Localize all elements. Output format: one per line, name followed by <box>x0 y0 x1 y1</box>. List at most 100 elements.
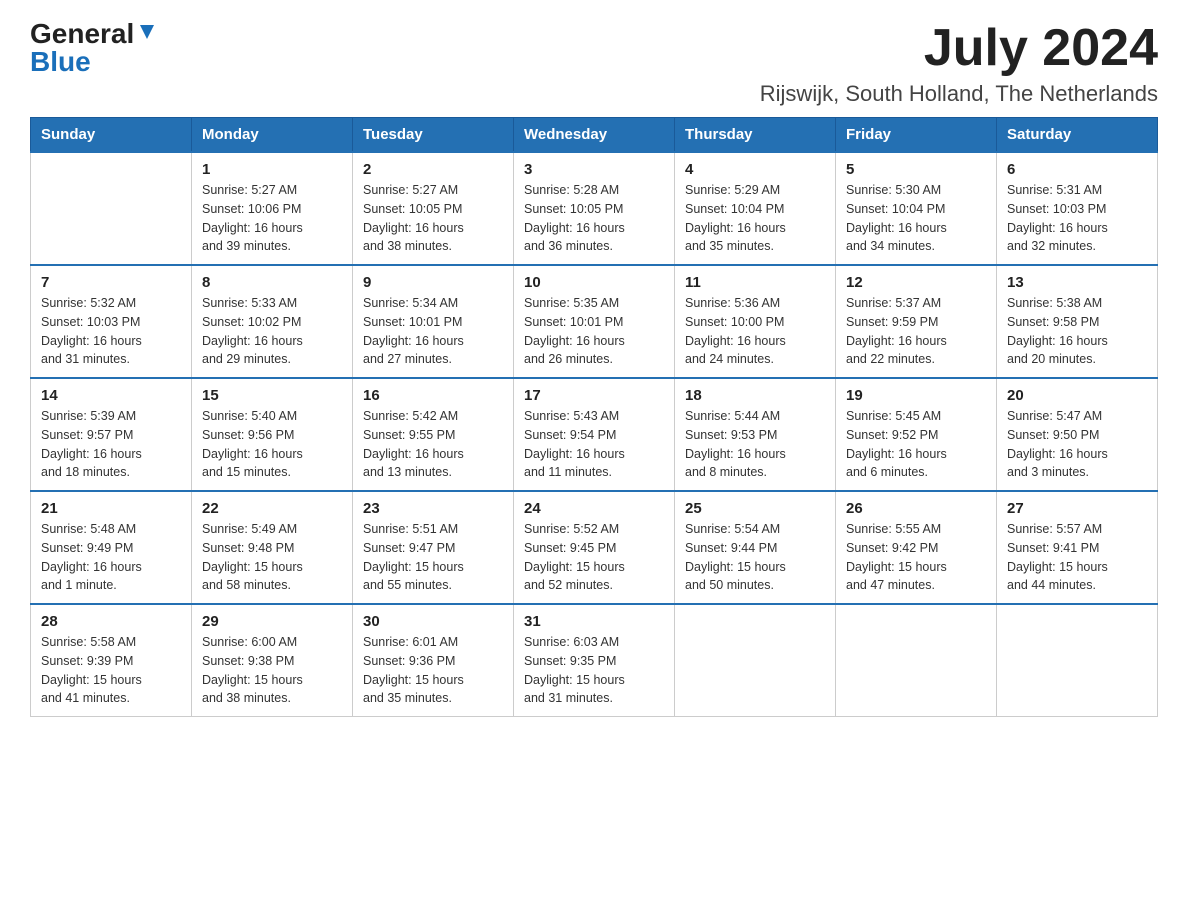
logo-general: General <box>30 20 134 48</box>
day-number: 10 <box>524 274 664 291</box>
calendar-cell: 30Sunrise: 6:01 AM Sunset: 9:36 PM Dayli… <box>353 604 514 717</box>
day-info: Sunrise: 5:33 AM Sunset: 10:02 PM Daylig… <box>202 294 342 369</box>
calendar-header-wednesday: Wednesday <box>514 118 675 153</box>
calendar-cell: 6 Sunrise: 5:31 AM Sunset: 10:03 PM Dayli… <box>997 152 1158 265</box>
day-number: 13 <box>1007 274 1147 291</box>
day-info: Sunrise: 5:47 AM Sunset: 9:50 PM Dayligh… <box>1007 407 1147 482</box>
day-info: Sunrise: 5:35 AM Sunset: 10:01 PM Daylig… <box>524 294 664 369</box>
calendar-cell: 18 Sunrise: 5:44 AM Sunset: 9:53 PM Dayli… <box>675 378 836 491</box>
day-info: Sunrise: 5:34 AM Sunset: 10:01 PM Daylig… <box>363 294 503 369</box>
calendar-cell: 22 Sunrise: 5:49 AM Sunset: 9:48 PM Dayli… <box>192 491 353 604</box>
calendar-week-row: 28Sunrise: 5:58 AM Sunset: 9:39 PM Dayli… <box>31 604 1158 717</box>
day-number: 18 <box>685 387 825 404</box>
calendar-cell: 31 Sunrise: 6:03 AM Sunset: 9:35 PM Dayli… <box>514 604 675 717</box>
calendar-header-friday: Friday <box>836 118 997 153</box>
calendar-week-row: 7 Sunrise: 5:32 AM Sunset: 10:03 PM Dayli… <box>31 265 1158 378</box>
calendar-header-monday: Monday <box>192 118 353 153</box>
calendar-cell: 7 Sunrise: 5:32 AM Sunset: 10:03 PM Dayli… <box>31 265 192 378</box>
day-info: Sunrise: 5:43 AM Sunset: 9:54 PM Dayligh… <box>524 407 664 482</box>
day-number: 27 <box>1007 500 1147 517</box>
logo-blue: Blue <box>30 48 91 76</box>
calendar-cell: 12Sunrise: 5:37 AM Sunset: 9:59 PM Dayli… <box>836 265 997 378</box>
calendar-cell <box>997 604 1158 717</box>
calendar-cell: 9Sunrise: 5:34 AM Sunset: 10:01 PM Dayli… <box>353 265 514 378</box>
calendar-header-tuesday: Tuesday <box>353 118 514 153</box>
day-number: 22 <box>202 500 342 517</box>
location-title: Rijswijk, South Holland, The Netherlands <box>760 81 1158 107</box>
day-number: 29 <box>202 613 342 630</box>
calendar-cell: 11 Sunrise: 5:36 AM Sunset: 10:00 PM Dayl… <box>675 265 836 378</box>
day-info: Sunrise: 5:32 AM Sunset: 10:03 PM Daylig… <box>41 294 181 369</box>
day-info: Sunrise: 6:03 AM Sunset: 9:35 PM Dayligh… <box>524 633 664 708</box>
calendar-cell: 27Sunrise: 5:57 AM Sunset: 9:41 PM Dayli… <box>997 491 1158 604</box>
day-info: Sunrise: 5:31 AM Sunset: 10:03 PM Daylig… <box>1007 181 1147 256</box>
calendar-cell: 14 Sunrise: 5:39 AM Sunset: 9:57 PM Dayli… <box>31 378 192 491</box>
day-info: Sunrise: 5:39 AM Sunset: 9:57 PM Dayligh… <box>41 407 181 482</box>
calendar-cell: 24Sunrise: 5:52 AM Sunset: 9:45 PM Dayli… <box>514 491 675 604</box>
day-number: 25 <box>685 500 825 517</box>
day-number: 6 <box>1007 161 1147 178</box>
month-title: July 2024 <box>760 20 1158 77</box>
calendar-table: SundayMondayTuesdayWednesdayThursdayFrid… <box>30 117 1158 717</box>
day-info: Sunrise: 5:37 AM Sunset: 9:59 PM Dayligh… <box>846 294 986 369</box>
day-number: 15 <box>202 387 342 404</box>
day-info: Sunrise: 5:40 AM Sunset: 9:56 PM Dayligh… <box>202 407 342 482</box>
day-info: Sunrise: 6:00 AM Sunset: 9:38 PM Dayligh… <box>202 633 342 708</box>
calendar-cell: 23 Sunrise: 5:51 AM Sunset: 9:47 PM Dayli… <box>353 491 514 604</box>
day-info: Sunrise: 5:29 AM Sunset: 10:04 PM Daylig… <box>685 181 825 256</box>
calendar-cell: 1 Sunrise: 5:27 AM Sunset: 10:06 PM Dayli… <box>192 152 353 265</box>
day-info: Sunrise: 5:44 AM Sunset: 9:53 PM Dayligh… <box>685 407 825 482</box>
calendar-cell: 2Sunrise: 5:27 AM Sunset: 10:05 PM Dayli… <box>353 152 514 265</box>
day-number: 28 <box>41 613 181 630</box>
calendar-cell: 8 Sunrise: 5:33 AM Sunset: 10:02 PM Dayli… <box>192 265 353 378</box>
day-number: 20 <box>1007 387 1147 404</box>
day-info: Sunrise: 5:28 AM Sunset: 10:05 PM Daylig… <box>524 181 664 256</box>
calendar-cell: 25 Sunrise: 5:54 AM Sunset: 9:44 PM Dayli… <box>675 491 836 604</box>
calendar-header-row: SundayMondayTuesdayWednesdayThursdayFrid… <box>31 118 1158 153</box>
day-info: Sunrise: 5:36 AM Sunset: 10:00 PM Daylig… <box>685 294 825 369</box>
day-number: 24 <box>524 500 664 517</box>
title-block: July 2024 Rijswijk, South Holland, The N… <box>760 20 1158 107</box>
day-info: Sunrise: 5:51 AM Sunset: 9:47 PM Dayligh… <box>363 520 503 595</box>
day-number: 17 <box>524 387 664 404</box>
calendar-cell: 20 Sunrise: 5:47 AM Sunset: 9:50 PM Dayli… <box>997 378 1158 491</box>
day-number: 5 <box>846 161 986 178</box>
calendar-week-row: 14 Sunrise: 5:39 AM Sunset: 9:57 PM Dayli… <box>31 378 1158 491</box>
day-number: 19 <box>846 387 986 404</box>
calendar-header-saturday: Saturday <box>997 118 1158 153</box>
logo-triangle-icon <box>136 21 158 43</box>
calendar-cell: 15 Sunrise: 5:40 AM Sunset: 9:56 PM Dayli… <box>192 378 353 491</box>
day-info: Sunrise: 5:48 AM Sunset: 9:49 PM Dayligh… <box>41 520 181 595</box>
calendar-cell: 21 Sunrise: 5:48 AM Sunset: 9:49 PM Dayli… <box>31 491 192 604</box>
day-number: 31 <box>524 613 664 630</box>
day-info: Sunrise: 5:54 AM Sunset: 9:44 PM Dayligh… <box>685 520 825 595</box>
calendar-cell: 10 Sunrise: 5:35 AM Sunset: 10:01 PM Dayl… <box>514 265 675 378</box>
day-number: 16 <box>363 387 503 404</box>
day-number: 14 <box>41 387 181 404</box>
day-info: Sunrise: 5:27 AM Sunset: 10:06 PM Daylig… <box>202 181 342 256</box>
day-number: 2 <box>363 161 503 178</box>
day-info: Sunrise: 5:55 AM Sunset: 9:42 PM Dayligh… <box>846 520 986 595</box>
day-info: Sunrise: 5:49 AM Sunset: 9:48 PM Dayligh… <box>202 520 342 595</box>
day-number: 3 <box>524 161 664 178</box>
day-info: Sunrise: 5:42 AM Sunset: 9:55 PM Dayligh… <box>363 407 503 482</box>
day-number: 4 <box>685 161 825 178</box>
calendar-cell <box>836 604 997 717</box>
calendar-cell: 3 Sunrise: 5:28 AM Sunset: 10:05 PM Dayli… <box>514 152 675 265</box>
page-header: General Blue July 2024 Rijswijk, South H… <box>30 20 1158 107</box>
calendar-cell: 28Sunrise: 5:58 AM Sunset: 9:39 PM Dayli… <box>31 604 192 717</box>
day-number: 1 <box>202 161 342 178</box>
calendar-cell: 13Sunrise: 5:38 AM Sunset: 9:58 PM Dayli… <box>997 265 1158 378</box>
calendar-cell: 16 Sunrise: 5:42 AM Sunset: 9:55 PM Dayli… <box>353 378 514 491</box>
day-number: 7 <box>41 274 181 291</box>
day-number: 21 <box>41 500 181 517</box>
day-number: 8 <box>202 274 342 291</box>
calendar-cell: 5 Sunrise: 5:30 AM Sunset: 10:04 PM Dayli… <box>836 152 997 265</box>
day-number: 11 <box>685 274 825 291</box>
day-info: Sunrise: 5:45 AM Sunset: 9:52 PM Dayligh… <box>846 407 986 482</box>
day-number: 23 <box>363 500 503 517</box>
logo: General Blue <box>30 20 158 76</box>
day-info: Sunrise: 5:30 AM Sunset: 10:04 PM Daylig… <box>846 181 986 256</box>
calendar-header-sunday: Sunday <box>31 118 192 153</box>
day-number: 26 <box>846 500 986 517</box>
